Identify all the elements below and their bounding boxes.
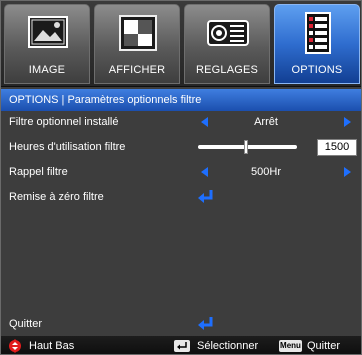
menu-key-icon: Menu — [279, 340, 302, 352]
up-down-arrows-icon — [9, 339, 21, 353]
row-filter-hours[interactable]: Heures d'utilisation filtre 1500 — [1, 136, 361, 158]
arrow-left-icon[interactable] — [201, 167, 208, 177]
slider-handle[interactable] — [244, 140, 248, 154]
filter-installed-value: Arrêt — [254, 116, 278, 128]
row-quit[interactable]: Quitter — [1, 313, 361, 335]
page-title: OPTIONS | Paramètres optionnels filtre — [1, 89, 361, 111]
arrow-right-icon[interactable] — [344, 117, 351, 127]
tab-bar: IMAGE AFFICHER REGLAGES OPTIONS — [1, 1, 361, 87]
arrow-left-icon[interactable] — [201, 117, 208, 127]
row-filter-reminder[interactable]: Rappel filtre 500Hr — [1, 161, 361, 183]
footer-help-bar: Haut Bas Sélectionner Menu Quitter — [1, 336, 361, 354]
tab-display[interactable]: AFFICHER — [94, 4, 180, 84]
filter-hours-label: Heures d'utilisation filtre — [9, 141, 126, 153]
tab-settings-label: REGLAGES — [195, 64, 259, 76]
arrow-right-icon[interactable] — [344, 167, 351, 177]
display-icon — [119, 15, 157, 51]
tab-image[interactable]: IMAGE — [4, 4, 90, 84]
quit-label: Quitter — [9, 318, 43, 330]
filter-installed-label: Filtre optionnel installé — [9, 116, 119, 128]
row-filter-reset[interactable]: Remise à zéro filtre — [1, 186, 361, 208]
tab-options[interactable]: OPTIONS — [274, 4, 360, 84]
picture-icon — [28, 16, 68, 48]
filter-reminder-label: Rappel filtre — [9, 166, 68, 178]
enter-icon[interactable] — [197, 316, 215, 332]
tab-settings[interactable]: REGLAGES — [184, 4, 270, 84]
filter-hours-value: 1500 — [317, 139, 357, 156]
footer-select-label: Sélectionner — [197, 340, 259, 352]
osd-menu: IMAGE AFFICHER REGLAGES OPTIONS OPTIONS … — [0, 0, 362, 355]
options-list-icon — [305, 12, 331, 54]
tab-display-label: AFFICHER — [108, 64, 166, 76]
footer-nav-label: Haut Bas — [29, 340, 75, 352]
filter-reset-label: Remise à zéro filtre — [9, 191, 104, 203]
tab-options-label: OPTIONS — [291, 64, 343, 76]
enter-icon[interactable] — [197, 189, 215, 205]
filter-reminder-value: 500Hr — [251, 166, 281, 178]
projector-icon — [207, 20, 249, 46]
enter-key-icon — [174, 340, 190, 352]
tab-image-label: IMAGE — [28, 64, 66, 76]
row-filter-installed[interactable]: Filtre optionnel installé Arrêt — [1, 111, 361, 133]
footer-quit-label: Quitter — [307, 340, 341, 352]
